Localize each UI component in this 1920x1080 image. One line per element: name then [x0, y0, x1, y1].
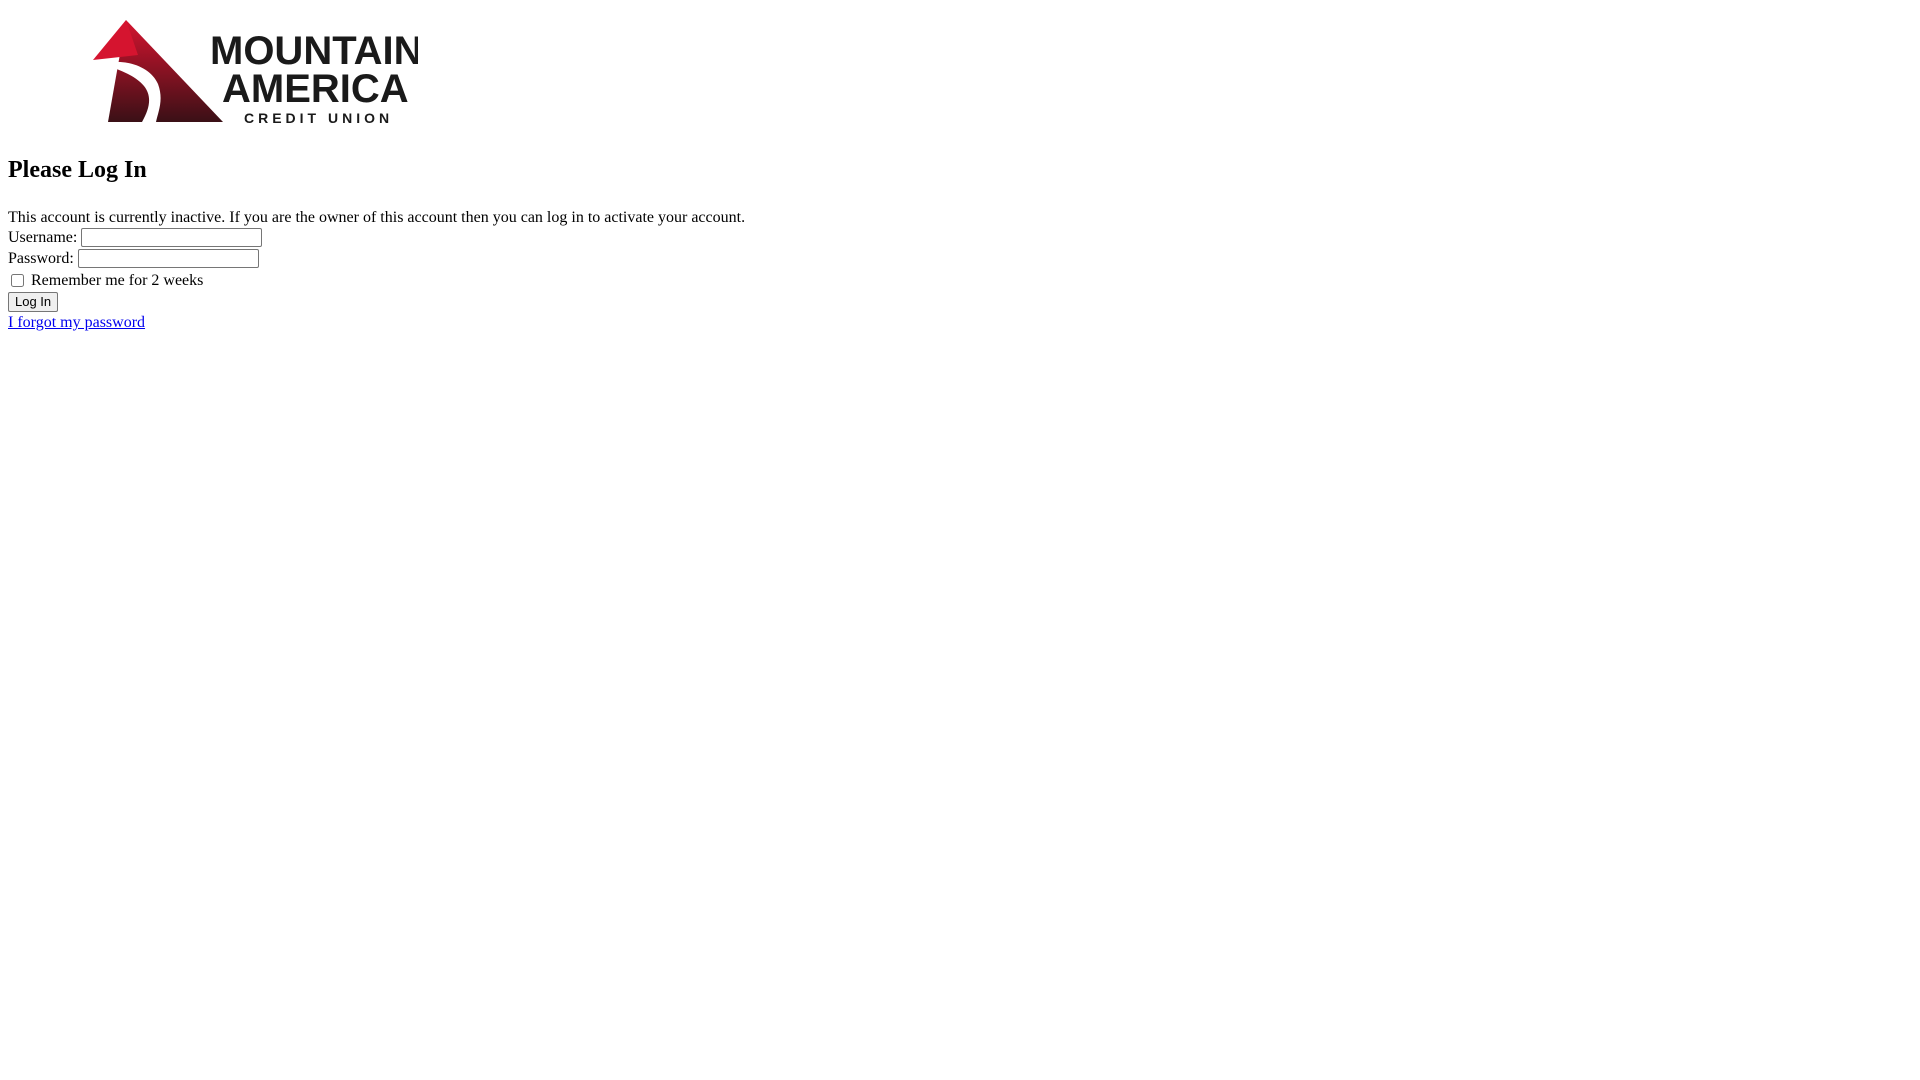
- logo-line3: CREDIT UNION: [244, 110, 393, 126]
- username-label: Username:: [8, 228, 78, 246]
- login-form: Username: Password: Remember me for 2 we…: [8, 227, 1912, 332]
- mountain-america-logo: MOUNTAIN AMERICA CREDIT UNION: [8, 0, 418, 130]
- password-row: Password:: [8, 248, 1912, 269]
- inactive-account-message: This account is currently inactive. If y…: [8, 209, 746, 226]
- remember-me-label[interactable]: Remember me for 2 weeks: [31, 272, 203, 290]
- page: MOUNTAIN AMERICA CREDIT UNION Please Log…: [0, 0, 1920, 332]
- remember-me-checkbox[interactable]: [11, 274, 24, 287]
- forgot-password-link[interactable]: I forgot my password: [8, 313, 145, 332]
- log-in-button[interactable]: Log In: [8, 292, 59, 312]
- logo-line2: AMERICA: [222, 67, 409, 111]
- password-input[interactable]: [77, 249, 259, 268]
- remember-row: Remember me for 2 weeks: [8, 270, 1912, 291]
- username-row: Username:: [8, 227, 1912, 248]
- username-input[interactable]: [81, 228, 263, 247]
- page-title: Please Log In: [8, 157, 147, 183]
- logo-graphic: MOUNTAIN AMERICA CREDIT UNION: [93, 20, 418, 126]
- password-label: Password:: [8, 249, 74, 267]
